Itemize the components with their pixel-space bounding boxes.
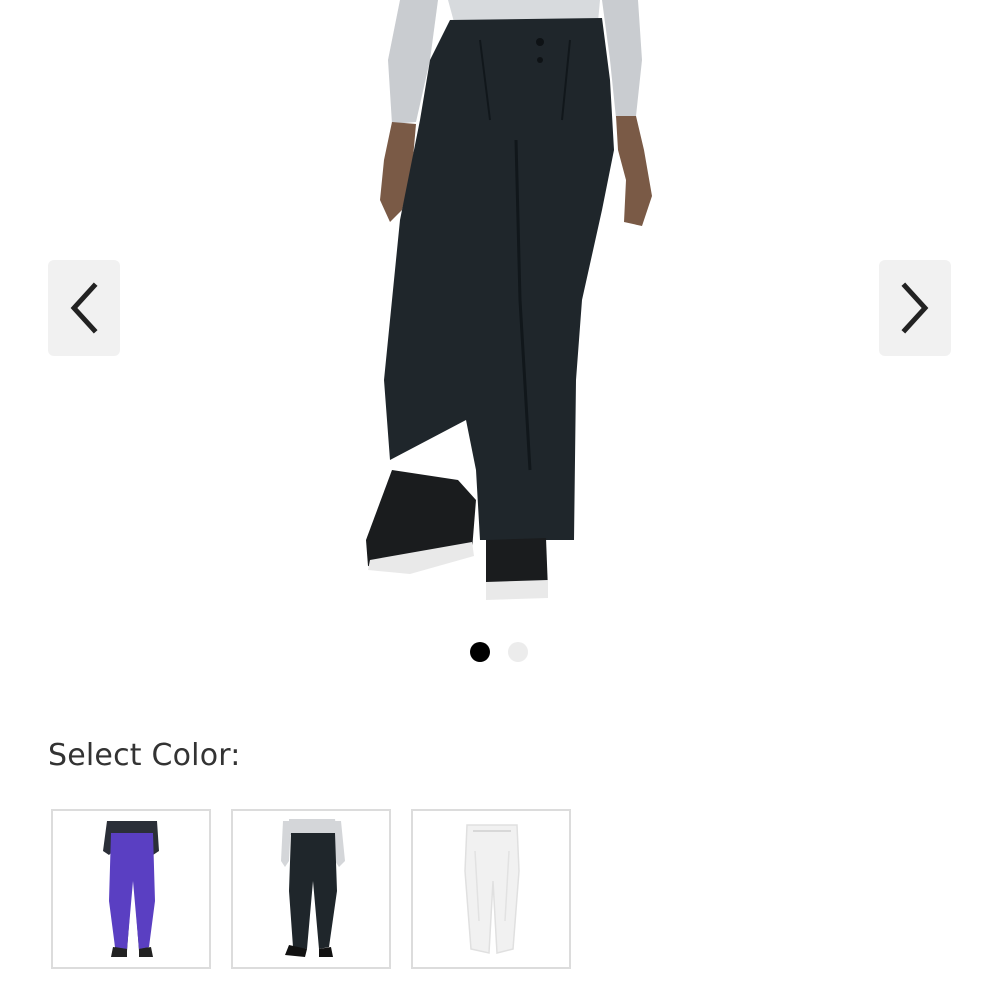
- product-image-carousel: [0, 0, 1000, 700]
- select-color-label: Select Color:: [48, 738, 241, 773]
- color-swatch-list: [51, 809, 571, 969]
- color-swatch-white[interactable]: [411, 809, 571, 969]
- color-swatch-black[interactable]: [231, 809, 391, 969]
- carousel-pagination: [470, 642, 528, 662]
- chevron-right-icon: [901, 282, 929, 334]
- pants-thumbnail-white: [464, 824, 520, 954]
- product-image: [366, 0, 652, 600]
- pants-thumbnail-black: [281, 819, 345, 957]
- carousel-dot-2[interactable]: [508, 642, 528, 662]
- carousel-prev-button[interactable]: [48, 260, 120, 356]
- carousel-dot-1[interactable]: [470, 642, 490, 662]
- color-swatch-purple[interactable]: [51, 809, 211, 969]
- carousel-next-button[interactable]: [879, 260, 951, 356]
- pants-thumbnail-purple: [103, 821, 159, 957]
- chevron-left-icon: [70, 282, 98, 334]
